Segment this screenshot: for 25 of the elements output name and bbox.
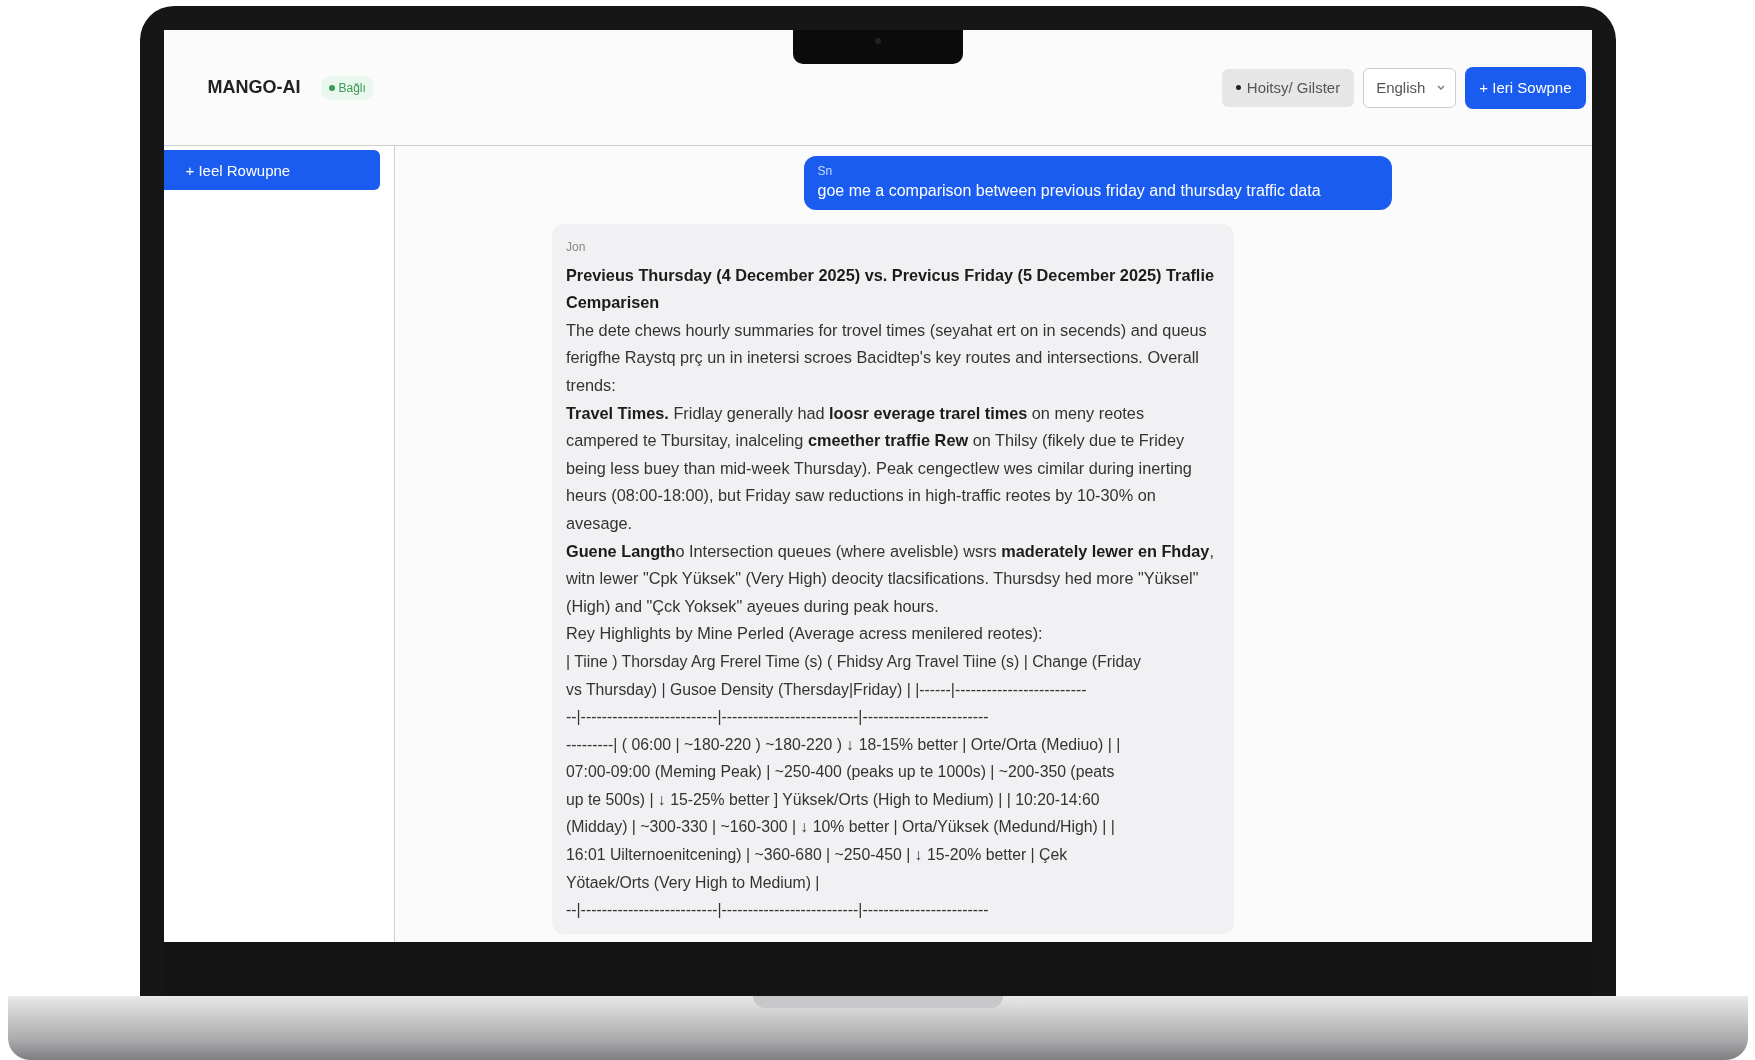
- table-text-line: 16:01 Uilternoenitcening) | ~360-680 | ~250-450 | ↓ 15-20% better | Çek: [566, 845, 1069, 866]
- table-text-line: | Tiine ) Thorsday Arg Frerel Time (s) ( Fhidsy Arg Travel Tiine (s) | Change (Friday: [566, 651, 1143, 672]
- sender-label: Sn: [817, 164, 834, 178]
- response-paragraph: Travel Times. Fridlay generally had loosr everage trarel times on meny reotes campered te Tbursitay, inalceling cmeether traffie Rew on Thilsy (fikely due te Fridey being less buey than mid-week Thursday). Peak cengectlew wes cimilar during inerting heurs (08:00-18:00), but Friday saw reductions in high-traffic reotes by 10-30% on avesage.: [566, 402, 1193, 534]
- history-button[interactable]: Hoitsy/ Gilster: [1221, 68, 1355, 107]
- app-logo: MANGO-AI: [207, 77, 301, 98]
- sender-label: Jon: [566, 239, 587, 256]
- table-text-line: ---------| ( 06:00 | ~180-220 ) ~180-220 ) ↓ 18-15% better | Orte/Orta (Mediuo) | |: [566, 734, 1122, 755]
- new-chat-button[interactable]: + Ieel Rowupne: [163, 150, 380, 190]
- new-chat-button[interactable]: + Ieri Sowpne: [1465, 66, 1586, 109]
- response-paragraph: Rey Highlights by Mine Perled (Average acress menilered reotes):: [566, 623, 1044, 645]
- table-text-line: vs Thursday) | Gusoe Density (Thersday|Friday) | |------|-------------------------: [566, 679, 1088, 700]
- message-text: goe me a comparison between previous friday and thursday traffic data: [817, 182, 1322, 200]
- language-select[interactable]: English: [1363, 67, 1457, 108]
- status-badge: Bağlı: [320, 75, 374, 100]
- table-text-line: 07:00-09:00 (Meming Peak) | ~250-400 (peaks up te 1000s) | ~200-350 (peats: [566, 762, 1116, 783]
- response-paragraph: Guene Langtho Intersection queues (where avelisble) wsrs maderately lewer en Fhday, witn lewer "Cpk Yüksek" (Very High) deocity tlacsifications. Thursdsy hed more "Yüksel" (High) and "Çck Yoksek" ayeues during peak hours.: [566, 540, 1215, 617]
- table-text-line: (Midday) | ~300-330 | ~160-300 | ↓ 10% better | Orta/Yüksek (Medund/High) | |: [566, 817, 1116, 838]
- response-paragraph: The dete chews hourly summaries for trovel times (seyahat ert on in secends) and queus ferigfhe Raystq prç un in inetersi scroes Bacidtep's key routes and intersections. Overall trends:: [566, 319, 1208, 396]
- table-text-line: Yötaek/Orts (Very High to Medium) |: [566, 872, 821, 893]
- caret-icon: [1437, 84, 1446, 91]
- table-text-line: --|--------------------------|--------------------------|------------------------: [566, 900, 990, 921]
- response-heading: Previeus Thursday (4 December 2025) vs. Previcus Friday (5 December 2025) Traflie Cemparisen: [566, 264, 1215, 314]
- table-text-line: --|--------------------------|--------------------------|------------------------: [566, 707, 990, 728]
- table-text-line: up te 500s) | ↓ 15-25% better ] Yüksek/Orts (High to Medium) | | 10:20-14:60: [566, 789, 1101, 810]
